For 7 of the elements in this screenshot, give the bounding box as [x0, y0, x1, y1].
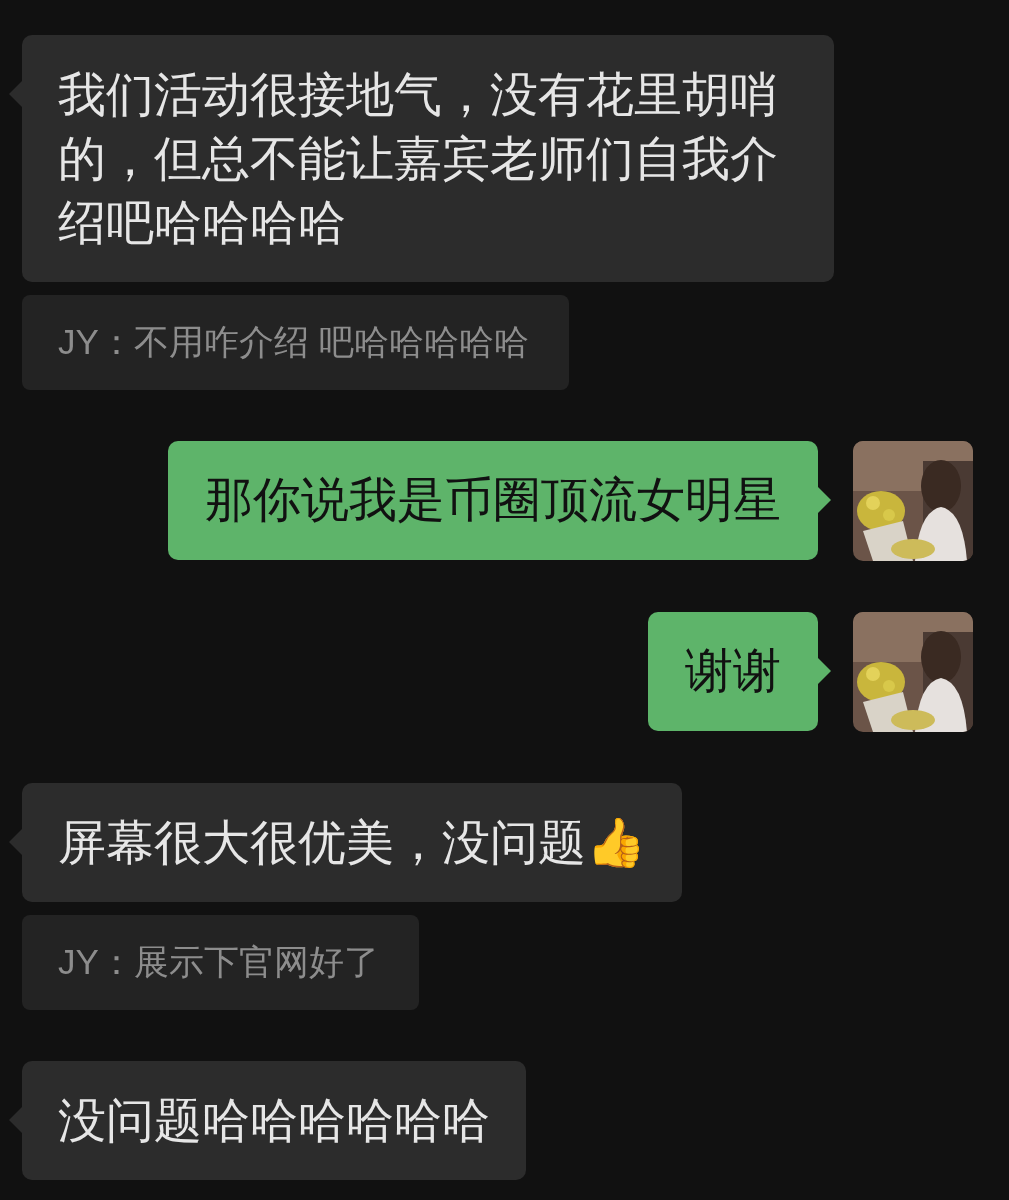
bubble-tail [9, 829, 22, 855]
bubble-tail [818, 487, 831, 513]
bubble-tail [818, 658, 831, 684]
bubble-tail [9, 1107, 22, 1133]
quoted-message: JY：展示下官网好了 [22, 915, 419, 1010]
bubble-tail [9, 81, 22, 107]
quoted-message: JY：不用咋介绍 吧哈哈哈哈哈 [22, 295, 569, 390]
